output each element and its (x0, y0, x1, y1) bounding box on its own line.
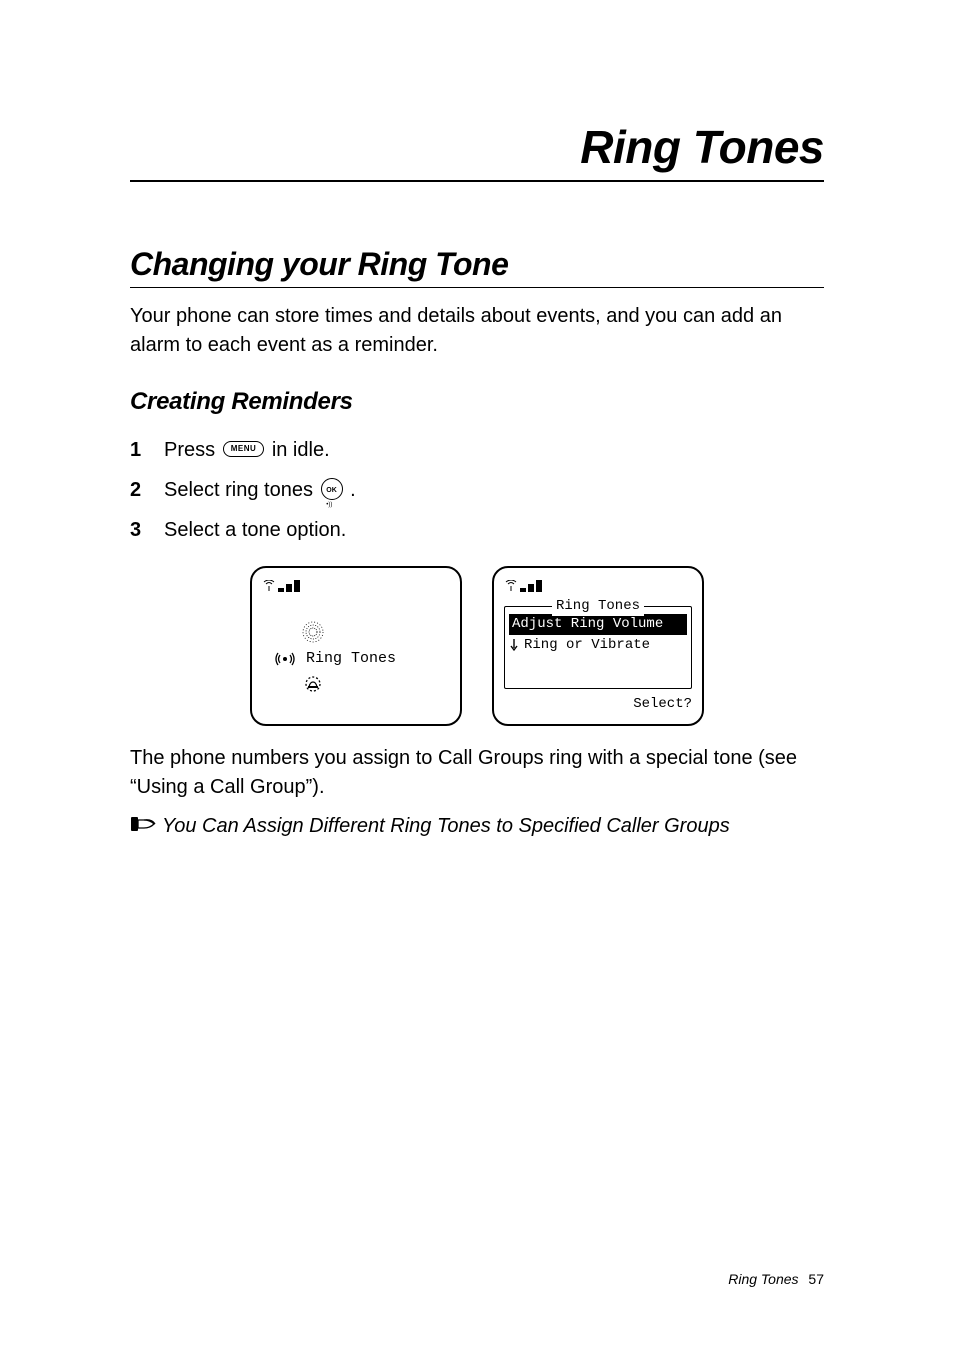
step-1-num: 1 (130, 434, 164, 466)
step-2-text: Select ring tones OK •)) . (164, 474, 824, 506)
note-text: You Can Assign Different Ring Tones to S… (162, 812, 730, 841)
screen2-status-bar (504, 578, 692, 594)
phone-screen-2: Ring Tones Adjust Ring Volume Ring or Vi… (492, 566, 704, 726)
signal-icon (262, 580, 276, 592)
phone-screen-1: Ring Tones (250, 566, 462, 726)
down-arrow-icon (509, 638, 519, 652)
screen1-content: Ring Tones (262, 600, 450, 714)
ok-button-dot: •)) (326, 502, 337, 508)
menu-button-icon: MENU (223, 441, 265, 457)
subheading-creating-reminders: Creating Reminders (130, 388, 824, 416)
screen2-select-prompt: Select? (504, 689, 692, 714)
phone-screens-row: Ring Tones (130, 566, 824, 726)
section-heading: Changing your Ring Tone (130, 246, 824, 283)
step-list: 1 Press MENU in idle. 2 Select ring tone… (130, 434, 824, 546)
note-row: You Can Assign Different Ring Tones to S… (130, 812, 824, 841)
step-3-num: 3 (130, 514, 164, 546)
step-3: 3 Select a tone option. (130, 514, 824, 546)
sparkle-icon (302, 621, 324, 643)
ring-icon (274, 650, 296, 668)
step-3-text: Select a tone option. (164, 514, 824, 546)
step-2-num: 2 (130, 474, 164, 506)
battery-icon (520, 580, 548, 592)
screen1-ring-tones-label: Ring Tones (306, 649, 396, 669)
voicemail-icon (302, 675, 324, 693)
footer-page-number: 57 (808, 1271, 824, 1287)
step-2-post: . (350, 479, 356, 501)
screen1-status-bar (262, 578, 450, 594)
signal-icon (504, 580, 518, 592)
step-1: 1 Press MENU in idle. (130, 434, 824, 466)
ok-button-icon: OK •)) (321, 478, 343, 500)
menu-item-ring-or-vibrate[interactable]: Ring or Vibrate (521, 635, 653, 656)
note-hand-icon (130, 814, 156, 834)
after-screens-paragraph: The phone numbers you assign to Call Gro… (130, 744, 824, 802)
ok-button-label: OK (326, 487, 337, 494)
step-1-text: Press MENU in idle. (164, 434, 824, 466)
footer-label: Ring Tones (728, 1271, 798, 1287)
step-2: 2 Select ring tones OK •)) . (130, 474, 824, 506)
step-2-pre: Select ring tones (164, 479, 319, 501)
page-title: Ring Tones (130, 120, 824, 174)
menu-item-adjust-ring-volume[interactable]: Adjust Ring Volume (509, 614, 687, 635)
intro-paragraph: Your phone can store times and details a… (130, 302, 824, 360)
section-rule (130, 287, 824, 288)
step-1-post: in idle. (272, 439, 330, 461)
screen2-legend: Ring Tones (552, 597, 644, 616)
page-footer: Ring Tones 57 (728, 1271, 824, 1287)
screen2-menu-box: Ring Tones Adjust Ring Volume Ring or Vi… (504, 606, 692, 689)
step-1-pre: Press (164, 439, 221, 461)
title-rule (130, 180, 824, 182)
battery-icon (278, 580, 306, 592)
